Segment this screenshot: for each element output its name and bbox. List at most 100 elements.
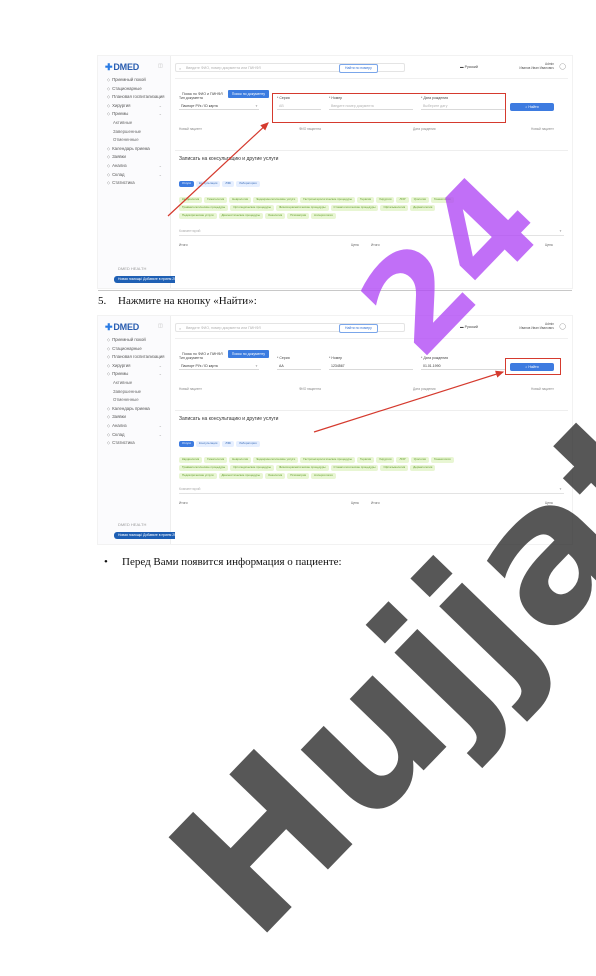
sidebar-item-1[interactable]: ◇ Стационарные (98, 345, 170, 354)
service-chip[interactable]: Онкология (264, 473, 286, 479)
chevron-down-icon: ▼ (255, 364, 258, 368)
sidebar-item-10[interactable]: ◇ Анализ ⌄ (98, 422, 170, 431)
service-chip[interactable]: Аллергология (311, 473, 336, 479)
request-icon: ◇ (107, 154, 111, 160)
sidebar: ✚DMED ◫ ◇ Приемный покой ◇ Стационарные ◇ Пла… (98, 316, 181, 544)
service-chip[interactable]: Психиатрия (287, 473, 310, 479)
sidebar-item-label: Хирургия (112, 102, 131, 108)
hint-patient-name: ФИО пациента (299, 387, 321, 391)
sidebar-item-label: Стационарные (112, 345, 142, 351)
birthdate-input[interactable]: 01.01.1990 (421, 362, 505, 370)
language-select[interactable]: ▬ Русский (460, 324, 478, 331)
sidebar-item-6[interactable]: Завершенные (98, 128, 170, 137)
total-right: Итого: (371, 501, 381, 505)
sidebar-item-4[interactable]: ◇ Приемы ⌄ (98, 110, 170, 119)
service-chip[interactable]: Психиатрия (287, 213, 310, 219)
user-icon[interactable]: ◯ (559, 63, 566, 70)
search-icon: ⌕ (179, 326, 182, 331)
sidebar-item-label: Активные (113, 379, 133, 385)
sidebar-item-10[interactable]: ◇ Анализ ⌄ (98, 162, 170, 171)
calendar-icon: ◇ (107, 354, 111, 360)
chevron-down-icon: ⌄ (158, 111, 162, 117)
sidebar-item-8[interactable]: ◇ Календарь приема (98, 405, 170, 414)
hint-birthdate: Дата рождения (413, 387, 436, 391)
service-tab-chip[interactable]: Услуги (179, 441, 194, 447)
sidebar-item-1[interactable]: ◇ Стационарные (98, 85, 170, 94)
service-chip[interactable]: Диагностические процедуры (218, 213, 263, 219)
sidebar-item-label: Приемы (112, 111, 129, 117)
user-icon[interactable]: ◯ (559, 323, 566, 330)
tab-search-by-document[interactable]: Поиск по документу (227, 350, 270, 358)
number-input[interactable]: 1234567 (329, 362, 413, 370)
collapse-icon[interactable]: ◫ (158, 323, 163, 329)
service-tab-chip[interactable]: Консультации (195, 441, 221, 447)
sidebar-item-8[interactable]: ◇ Календарь приема (98, 145, 170, 154)
service-chip[interactable]: Аллергология (311, 213, 336, 219)
bed-icon: ◇ (107, 345, 111, 351)
sidebar-item-label: Заявки (112, 414, 126, 420)
chart-icon: ◇ (107, 440, 111, 446)
service-chip[interactable]: Диагностические процедуры (218, 473, 263, 479)
sidebar-item-label: Календарь приема (112, 405, 150, 411)
sidebar-item-11[interactable]: ◇ Склад ⌄ (98, 171, 170, 180)
sidebar-item-0[interactable]: ◇ Приемный покой (98, 76, 170, 85)
service-tab-chip[interactable]: Лаборатория (236, 441, 260, 447)
sidebar-item-0[interactable]: ◇ Приемный покой (98, 336, 170, 345)
sidebar-item-7[interactable]: Отмененные (98, 396, 170, 405)
user-menu[interactable]: Admin Иванов Иван Иванович (519, 322, 554, 330)
hint-new-patient: Новый пациент (179, 127, 202, 131)
comment-input[interactable]: Комментарий ▼ (179, 485, 564, 494)
sidebar-item-12[interactable]: ◇ Статистика (98, 439, 170, 448)
service-tab-chip[interactable]: ЛФК (222, 441, 235, 447)
chevron-down-icon: ▼ (559, 487, 562, 491)
collapse-icon[interactable]: ◫ (158, 63, 163, 69)
user-menu[interactable]: Admin Иванов Иван Иванович (519, 62, 554, 70)
logo-mark-icon: ✚ (105, 322, 113, 332)
find-by-number-button[interactable]: Найти по номеру (339, 324, 378, 333)
hint-patient-name: ФИО пациента (299, 127, 321, 131)
sidebar-item-3[interactable]: ◇ Хирургия ⌄ (98, 362, 170, 371)
chevron-down-icon: ⌄ (158, 102, 162, 108)
chevron-down-icon: ▼ (255, 104, 258, 108)
series-input[interactable]: AA (277, 362, 321, 370)
language-select[interactable]: ▬ Русский (460, 64, 478, 71)
service-tab-chip[interactable]: Лаборатория (236, 181, 260, 187)
sidebar-item-5[interactable]: Активные (98, 119, 170, 128)
sidebar-item-2[interactable]: ◇ Плановая госпитализация (98, 353, 170, 362)
comment-input[interactable]: Комментарий ▼ (179, 227, 564, 236)
sidebar-item-11[interactable]: ◇ Склад ⌄ (98, 431, 170, 440)
sidebar-item-label: Хирургия (112, 362, 131, 368)
sidebar-item-7[interactable]: Отмененные (98, 136, 170, 145)
sidebar-item-label: Склад (112, 431, 125, 437)
doctype-label: Тип документа (179, 356, 203, 360)
service-tab-chip[interactable]: Консультации (195, 181, 221, 187)
doctype-select[interactable]: Паспорт РУз / ID карта ▼ (179, 102, 259, 110)
highlight-box (505, 358, 561, 375)
sidebar-item-2[interactable]: ◇ Плановая госпитализация (98, 93, 170, 102)
tab-search-by-document[interactable]: Поиск по документу (227, 90, 270, 98)
sidebar-item-12[interactable]: ◇ Статистика (98, 179, 170, 188)
sidebar-item-4[interactable]: ◇ Приемы ⌄ (98, 370, 170, 379)
sidebar-item-6[interactable]: Завершенные (98, 388, 170, 397)
service-chip[interactable]: Педиатрические услуги (179, 213, 217, 219)
find-by-number-button[interactable]: Найти по номеру (339, 64, 378, 73)
price-label-right: Цена (545, 243, 553, 247)
bed-icon: ◇ (107, 85, 111, 91)
chevron-down-icon: ⌄ (158, 362, 162, 368)
service-tab-chip[interactable]: Услуги (179, 181, 194, 187)
find-button[interactable]: ⌕ Найти (510, 103, 554, 111)
hint-new-patient-right: Новый пациент (531, 387, 554, 391)
sidebar-item-label: Приемный покой (112, 77, 146, 82)
sidebar-item-label: Плановая госпитализация (112, 94, 165, 100)
sidebar-item-5[interactable]: Активные (98, 379, 170, 388)
sidebar-item-9[interactable]: ◇ Заявки (98, 413, 170, 422)
services-title: Записать на консультацию и другие услуги (179, 416, 279, 422)
service-tab-chip[interactable]: ЛФК (222, 181, 235, 187)
service-chip[interactable]: Онкология (264, 213, 286, 219)
doctype-select[interactable]: Паспорт РУз / ID карта ▼ (179, 362, 259, 370)
chart-icon: ◇ (107, 180, 111, 186)
sidebar-item-9[interactable]: ◇ Заявки (98, 153, 170, 162)
service-chip[interactable]: Педиатрические услуги (179, 473, 217, 479)
logo-mark-icon: ✚ (105, 62, 113, 72)
sidebar-item-3[interactable]: ◇ Хирургия ⌄ (98, 102, 170, 111)
